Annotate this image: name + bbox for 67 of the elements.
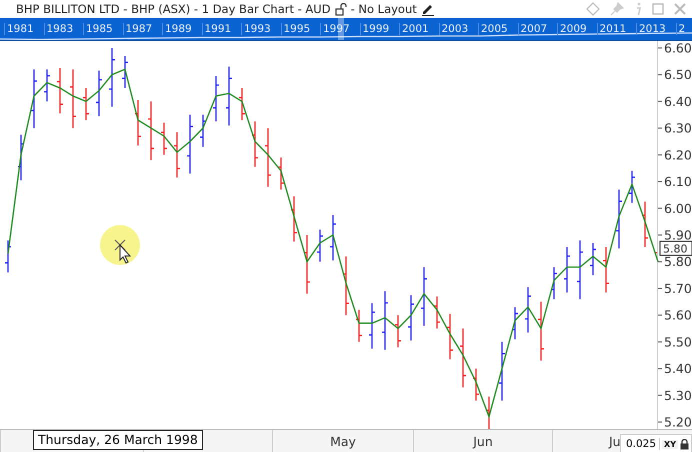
y-axis-tick [658, 47, 662, 48]
y-axis-tick [658, 181, 662, 182]
maximize-icon[interactable] [652, 3, 664, 15]
lock-icon[interactable] [680, 438, 689, 450]
year-label: 2009 [557, 23, 596, 35]
year-label: 2 [676, 23, 692, 35]
current-price-box: 5.80 [660, 240, 692, 256]
info-icon[interactable] [634, 2, 642, 16]
y-axis-tick [658, 208, 662, 209]
year-label: 1985 [83, 23, 122, 35]
month-label: Ju [609, 434, 621, 449]
y-axis-tick [658, 128, 662, 129]
layout-label: - No Layout [350, 2, 417, 16]
y-axis-tick [658, 422, 662, 423]
month-label: May [330, 434, 356, 449]
pin-icon[interactable] [610, 2, 624, 16]
cursor-highlight [100, 225, 140, 265]
y-axis-label: 5.90 [664, 228, 692, 242]
navigator-bar[interactable]: 1981 1983 1985 1987 1989 1991 1993 1995 1997 1999 2001 2003 2005 2007 2009 2011 2013 2 [0, 18, 692, 41]
year-label: 2003 [438, 23, 478, 35]
close-icon[interactable] [674, 3, 686, 15]
y-axis-tick [658, 341, 662, 342]
date-tooltip: Thursday, 26 March 1998 [33, 430, 203, 450]
y-axis-tick [658, 154, 662, 156]
y-axis-tick [658, 100, 662, 102]
y-axis-tick [658, 288, 662, 289]
y-axis-label: 5.20 [664, 414, 692, 429]
y-axis-label: 6.60 [664, 41, 692, 56]
year-label: 2013 [636, 23, 676, 35]
y-axis-label: 5.40 [664, 361, 692, 376]
year-label: 1999 [360, 23, 399, 35]
y-axis-label: 5.60 [664, 308, 692, 323]
year-label: 1993 [241, 23, 280, 35]
y-axis-label: 6.40 [664, 94, 692, 109]
year-label: 1997 [320, 23, 360, 35]
month-label: Jun [473, 434, 493, 449]
y-axis-tick [658, 314, 662, 316]
year-label: 1995 [280, 23, 320, 35]
y-axis-label: 6.00 [664, 200, 692, 216]
year-label: 2001 [399, 23, 438, 35]
y-axis-label: 5.30 [664, 388, 692, 403]
year-label: 1987 [122, 23, 162, 35]
year-label: 1983 [44, 23, 83, 35]
padlock-icon[interactable] [334, 2, 347, 16]
pencil-icon[interactable] [420, 2, 435, 16]
y-axis-label: 5.80 [664, 254, 692, 270]
y-axis-tick [658, 74, 662, 76]
year-label: 2007 [518, 23, 557, 35]
window-title: BHP BILLITON LTD - BHP (ASX) - 1 Day Bar Chart - AUD [16, 2, 331, 16]
diamond-icon[interactable] [586, 2, 600, 16]
y-axis-tick [658, 234, 662, 236]
y-axis-label: 6.20 [664, 147, 692, 162]
scale-value-field[interactable]: 0.025 [622, 438, 660, 450]
scale-mode-button[interactable]: XY [662, 440, 678, 448]
y-axis-label: 6.30 [664, 120, 692, 136]
y-axis-label: 6.10 [664, 174, 692, 190]
year-label: 1981 [4, 23, 44, 35]
year-label: 1991 [202, 23, 241, 35]
y-axis-tick [658, 368, 662, 370]
year-label: 2005 [478, 23, 518, 35]
y-axis-label: 6.50 [664, 67, 692, 82]
y-axis-label: 5.70 [664, 280, 692, 296]
year-label: 1989 [162, 23, 202, 35]
y-axis-tick [658, 394, 662, 396]
y-axis-tick [658, 261, 662, 262]
y-axis-label: 5.50 [664, 334, 692, 350]
year-label: 2011 [596, 23, 636, 35]
